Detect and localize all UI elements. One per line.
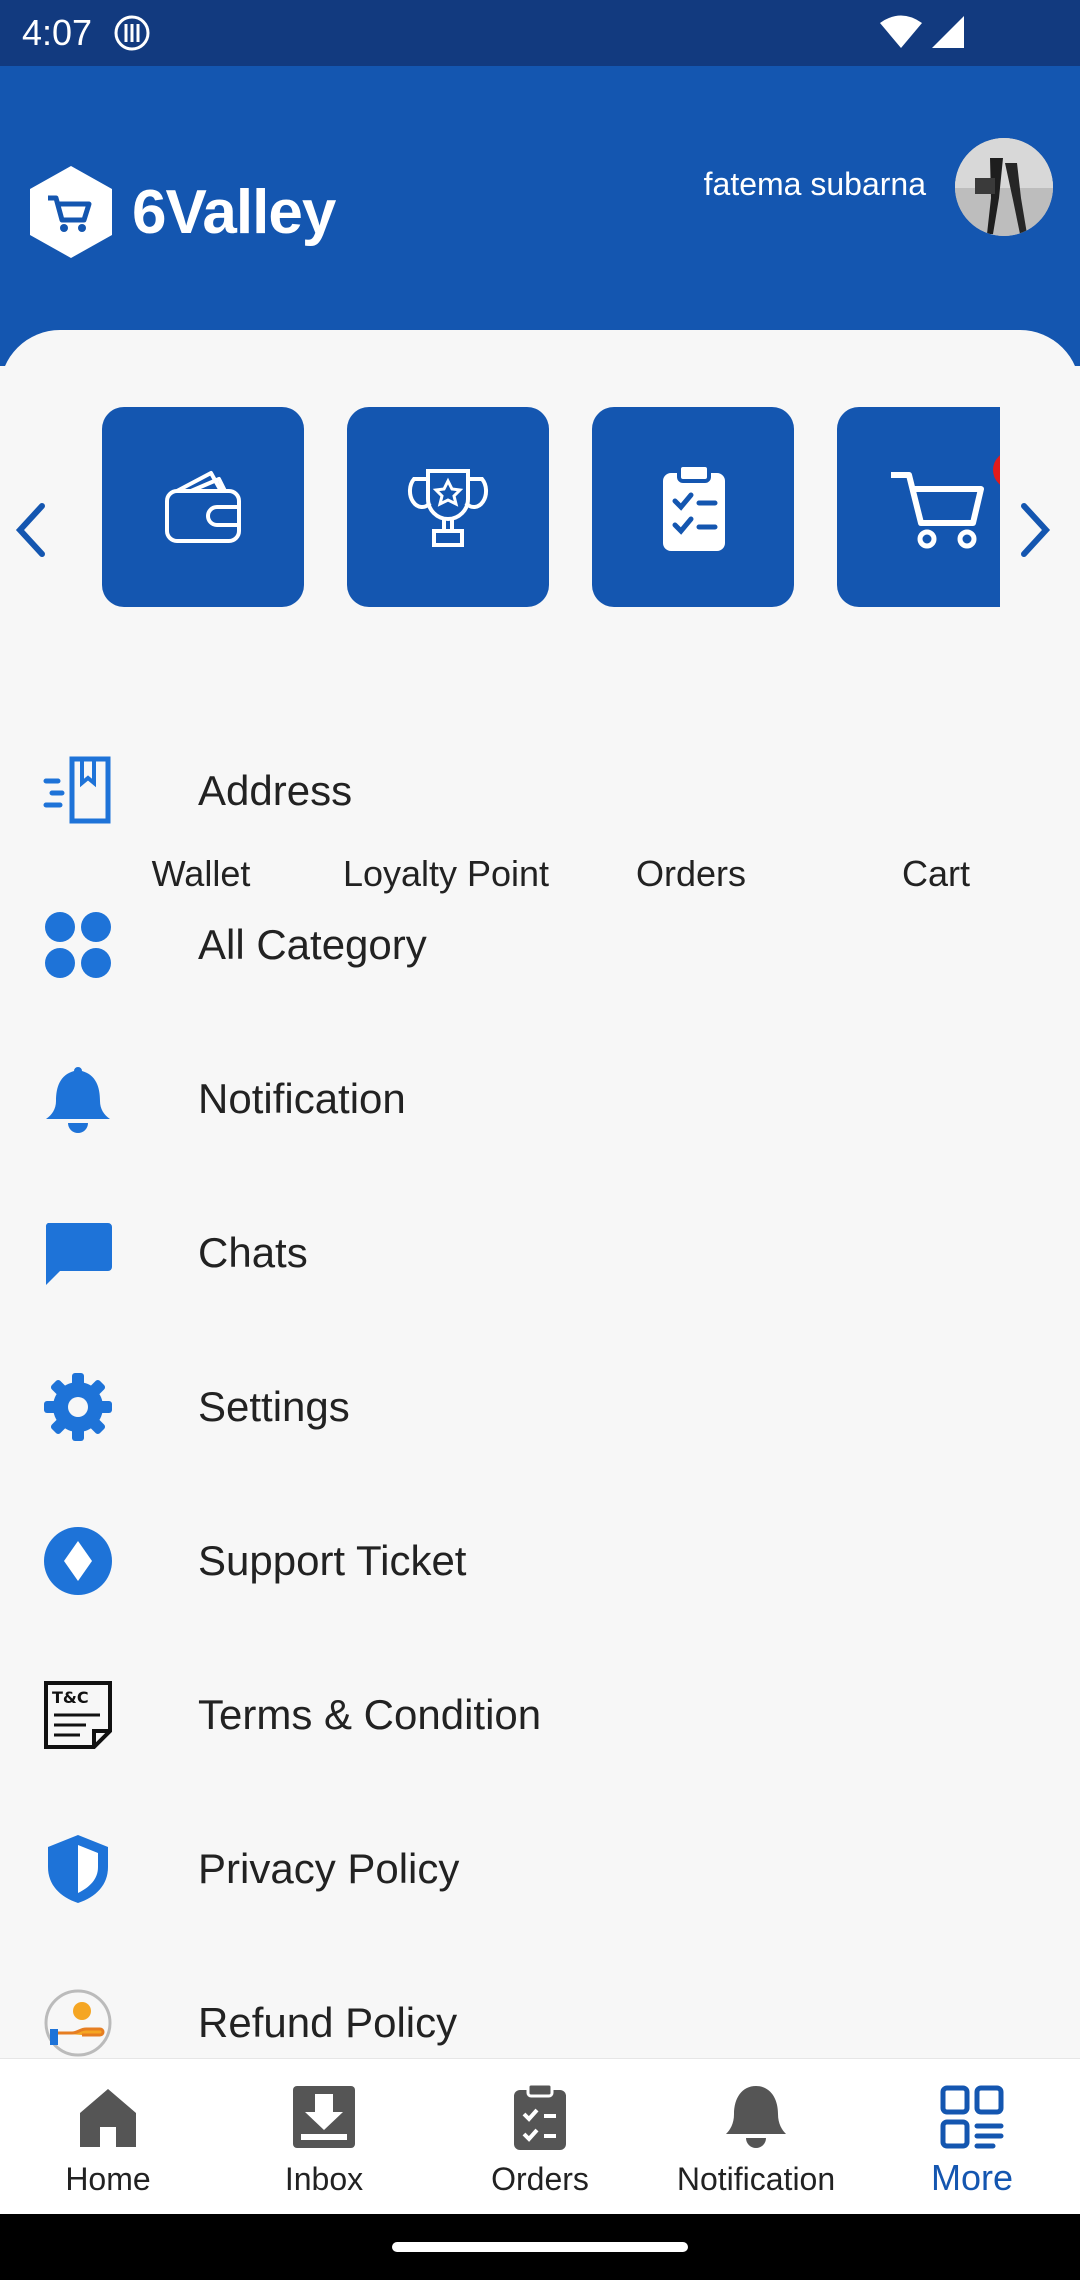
clipboard-icon [663,463,725,551]
wallet-icon [165,471,241,543]
cart-icon [891,472,984,549]
category-icon [42,909,114,981]
system-navigation-bar [0,2214,1080,2280]
address-icon [42,755,114,827]
logo-cart-icon [30,166,112,258]
scroll-left-button[interactable] [10,500,54,565]
menu-item-all-category[interactable]: All Category [0,868,1080,1022]
quick-action-loyalty[interactable] [347,407,549,647]
nav-home-label: Home [65,2161,151,2197]
nav-home[interactable]: Home [0,2059,216,2215]
nav-inbox[interactable]: Inbox [216,2059,432,2215]
wallet-tile[interactable] [102,407,304,607]
quick-action-orders[interactable] [592,407,794,647]
menu-label-chats: Chats [198,1229,308,1276]
gear-icon [42,1371,114,1443]
menu-label-refund-policy: Refund Policy [198,1999,458,2046]
bell-icon [720,2081,792,2153]
menu-item-chats[interactable]: Chats [0,1176,1080,1330]
menu-label-privacy-policy: Privacy Policy [198,1845,460,1892]
status-bar: 4:07 [0,0,1080,66]
quick-action-labels: Wallet Loyalty Point Orders Cart [100,628,1080,894]
home-indicator[interactable] [392,2242,688,2252]
user-name[interactable]: fatema subarna [704,166,926,203]
cart-tile[interactable]: 0 [837,407,1000,607]
menu-label-terms: Terms & Condition [198,1691,542,1738]
avatar[interactable] [955,138,1053,236]
support-icon [42,1525,114,1597]
bottom-navigation: Home Inbox Orders Notification More [0,2058,1080,2214]
shield-icon [42,1833,114,1905]
content-panel: 0 Wallet Loyalty Point Orders Cart Addre… [0,330,1080,2060]
loyalty-tile[interactable] [347,407,549,607]
nav-more[interactable]: More [864,2059,1080,2215]
refund-icon [42,1987,114,2059]
bell-icon [42,1063,114,1135]
menu-item-support-ticket[interactable]: Support Ticket [0,1484,1080,1638]
nav-notification-label: Notification [676,2161,836,2197]
menu-item-settings[interactable]: Settings [0,1330,1080,1484]
quick-action-cart[interactable]: 0 [837,407,1000,647]
menu-list: Address All Category Notification Chats … [0,714,1080,2100]
nav-orders-label: Orders [491,2161,589,2197]
menu-label-notification: Notification [198,1075,406,1122]
nav-orders[interactable]: Orders [432,2059,648,2215]
menu-label-settings: Settings [198,1383,350,1430]
quick-actions: 0 Wallet Loyalty Point Orders Cart [0,330,1080,894]
terms-icon: T&C [42,1679,114,1751]
quick-action-wallet[interactable] [102,407,304,647]
status-time: 4:07 [22,12,93,53]
sim-icon [112,15,152,56]
nav-inbox-label: Inbox [284,2161,364,2197]
cart-count-badge: 0 [993,451,1000,489]
brand-logo: 6Valley [26,164,336,260]
nav-notification[interactable]: Notification [648,2059,864,2215]
menu-item-privacy-policy[interactable]: Privacy Policy [0,1792,1080,1946]
orders-tile[interactable] [592,407,794,607]
menu-label-address: Address [198,767,353,814]
svg-text:T&C: T&C [52,1688,89,1707]
menu-item-terms[interactable]: T&C Terms & Condition [0,1638,1080,1792]
quick-actions-carousel: 0 [100,407,1000,647]
chat-icon [42,1217,114,1289]
menu-label-all-category: All Category [198,921,427,968]
nav-more-label: More [930,2157,1014,2198]
menu-item-address[interactable]: Address [0,714,1080,868]
orders-icon [504,2081,576,2153]
grid-icon [936,2081,1008,2153]
brand-name: 6Valley [132,177,336,247]
inbox-icon [288,2081,360,2153]
signal-icon [930,14,966,55]
app-header: 6Valley fatema subarna [0,66,1080,366]
trophy-icon [407,469,489,547]
home-icon [72,2081,144,2153]
scroll-right-button[interactable] [1012,500,1056,565]
menu-label-support-ticket: Support Ticket [198,1537,467,1584]
wifi-icon [878,14,924,55]
menu-item-notification[interactable]: Notification [0,1022,1080,1176]
